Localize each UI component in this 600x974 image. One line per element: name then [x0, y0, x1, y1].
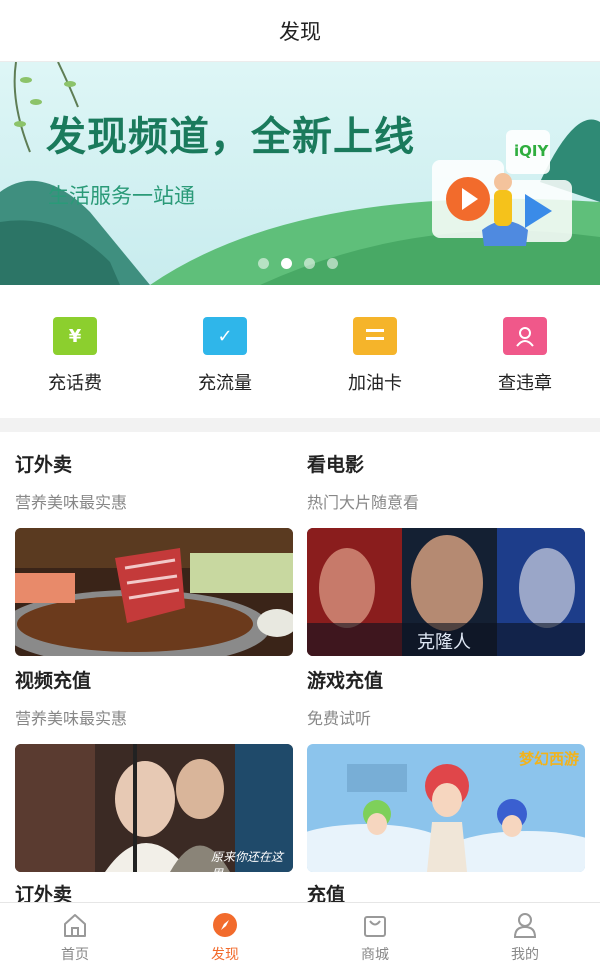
- service-label: 充话费: [48, 373, 102, 394]
- movie-title-overlay: 克隆人: [417, 632, 471, 653]
- card-subtitle: 热门大片随意看: [307, 493, 420, 512]
- card-subtitle: 营养美味最实惠: [15, 493, 128, 512]
- service-grid: ¥ 充话费 ✓ 充流量 加油卡 查违章: [0, 285, 600, 418]
- tab-discover[interactable]: 发现: [150, 903, 300, 974]
- card-game-recharge[interactable]: 游戏充值 免费试听 梦幻西游: [307, 666, 585, 872]
- promo-banner[interactable]: iQIY 发现频道，全新上线 生活服务一站通: [0, 62, 600, 285]
- card-food-delivery-2[interactable]: 订外卖: [15, 880, 293, 902]
- user-icon: [513, 913, 537, 938]
- card-food-delivery[interactable]: 订外卖 营养美味最实惠: [15, 450, 293, 656]
- card-video-recharge[interactable]: 视频充值 营养美味最实惠 原来你还在这里: [15, 666, 293, 872]
- carousel-dot[interactable]: [304, 258, 315, 269]
- card-title: 订外卖: [15, 884, 73, 902]
- tab-profile[interactable]: 我的: [450, 903, 600, 974]
- compass-icon: [213, 913, 237, 937]
- game-logo: 梦幻西游: [518, 750, 579, 768]
- bottom-tab-bar: 首页 发现 商城 我的: [0, 902, 600, 974]
- service-data-recharge[interactable]: ✓ 充流量: [150, 285, 300, 418]
- game-poster-image: 梦幻西游: [307, 744, 585, 872]
- tab-label: 首页: [61, 947, 89, 963]
- carousel-dot[interactable]: [258, 258, 269, 269]
- tab-label: 我的: [511, 947, 539, 963]
- tab-label: 发现: [211, 947, 239, 963]
- carousel-dot[interactable]: [327, 258, 338, 269]
- yuan-symbol: ¥: [68, 325, 82, 347]
- card-title: 游戏充值: [307, 670, 384, 692]
- carousel-indicator[interactable]: [258, 258, 338, 269]
- drama-poster-image: 原来你还在这里: [15, 744, 293, 872]
- banner-subtitle: 生活服务一站通: [48, 184, 195, 208]
- service-traffic-violation[interactable]: 查违章: [450, 285, 600, 418]
- yuan-card-icon: ¥: [53, 317, 97, 355]
- tab-label: 商城: [361, 947, 389, 963]
- card-title: 看电影: [307, 454, 365, 476]
- calendar-check-icon: ✓: [203, 317, 247, 355]
- card-title: 视频充值: [15, 670, 92, 692]
- banner-title: 发现频道，全新上线: [46, 114, 415, 160]
- person-card-icon: [503, 317, 547, 355]
- card-title: 订外卖: [15, 454, 73, 476]
- service-label: 查违章: [498, 373, 552, 394]
- tab-home[interactable]: 首页: [0, 903, 150, 974]
- card-recharge[interactable]: 充值: [307, 880, 585, 902]
- service-label: 充流量: [198, 373, 252, 394]
- card-subtitle: 营养美味最实惠: [15, 709, 128, 728]
- discover-feed: 订外卖 营养美味最实惠 看电影 热门大片随意看 克隆人 视频充值 营养美味最实惠…: [0, 432, 600, 902]
- home-icon: [64, 914, 86, 937]
- top-navigation-bar: 发现: [0, 0, 600, 62]
- drama-title-overlay: 原来你还在这里: [211, 850, 284, 872]
- hotpot-image: [15, 528, 293, 656]
- fuel-card-icon: [353, 317, 397, 355]
- card-title: 充值: [307, 884, 346, 902]
- tab-mall[interactable]: 商城: [300, 903, 450, 974]
- check-symbol: ✓: [217, 325, 233, 347]
- service-fuel-card[interactable]: 加油卡: [300, 285, 450, 418]
- card-movies[interactable]: 看电影 热门大片随意看 克隆人: [307, 450, 585, 656]
- service-label: 加油卡: [348, 373, 402, 394]
- banner-illustration: [0, 62, 600, 285]
- service-phone-recharge[interactable]: ¥ 充话费: [0, 285, 150, 418]
- movie-poster-image: 克隆人: [307, 528, 585, 656]
- iqiyi-logo: iQIY: [514, 142, 549, 160]
- carousel-dot-active[interactable]: [281, 258, 292, 269]
- card-subtitle: 免费试听: [307, 709, 372, 728]
- page-title: 发现: [279, 19, 321, 44]
- shopping-bag-icon: [364, 916, 386, 937]
